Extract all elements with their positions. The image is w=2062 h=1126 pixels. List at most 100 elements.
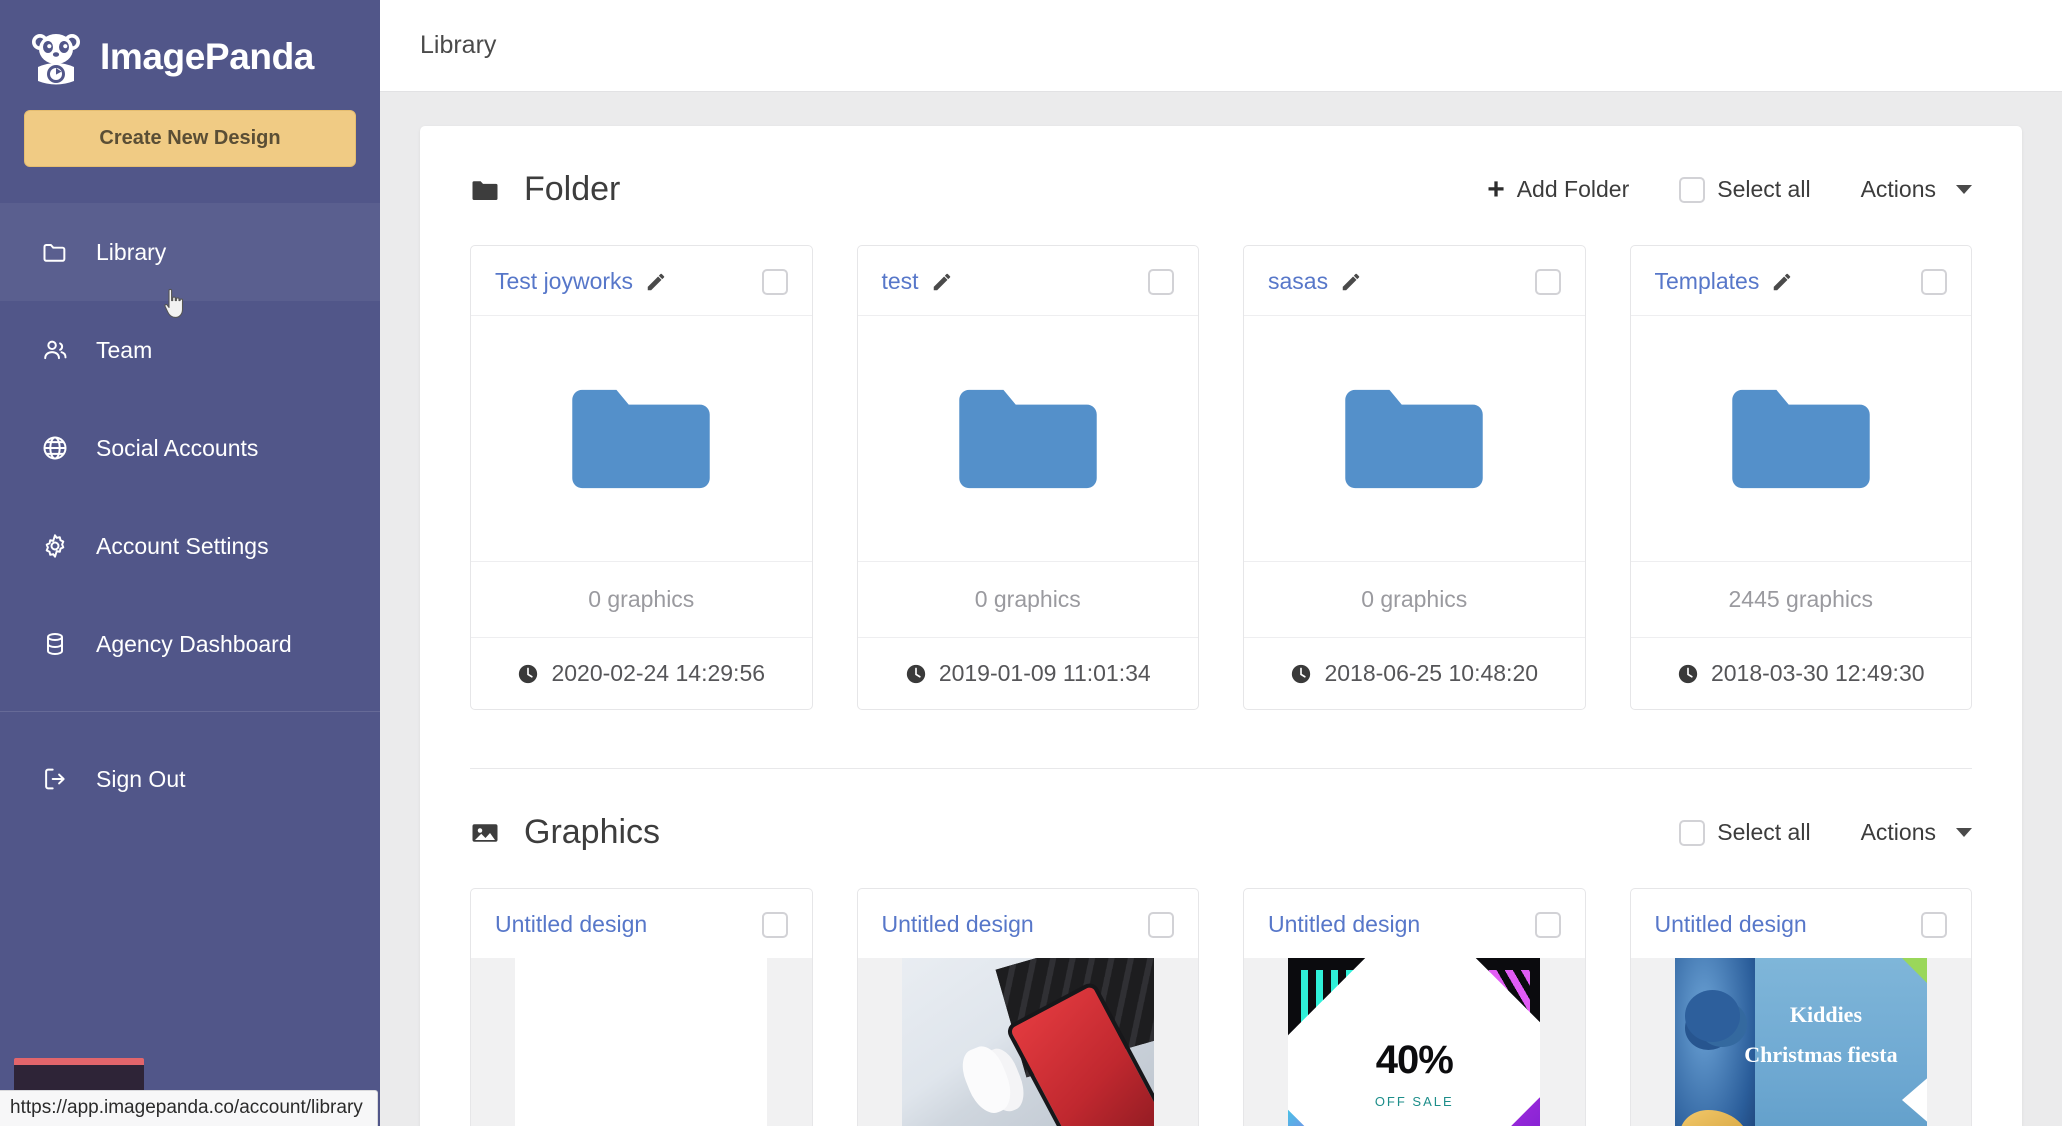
folder-card-checkbox[interactable]: [1148, 268, 1174, 295]
discount-percent-text: 40%: [1375, 1038, 1454, 1083]
folder-blue-icon: [1340, 385, 1488, 493]
graphic-card-checkbox[interactable]: [1534, 911, 1561, 938]
gear-icon: [40, 531, 70, 561]
graphic-thumbnail: Kiddies Christmas fiesta KIDS WITH CANDY: [1630, 958, 1971, 1126]
edit-pencil-icon[interactable]: [1771, 271, 1793, 293]
folder-card-checkbox[interactable]: [761, 268, 788, 295]
thumb-inner: [901, 958, 1154, 1126]
christmas-banner-art: Kiddies Christmas fiesta KIDS WITH CANDY: [1674, 958, 1927, 1126]
folder-card-count: 0 graphics: [1244, 562, 1585, 638]
clock-icon: [1290, 663, 1312, 685]
green-triangle-shape: [1897, 958, 1927, 988]
folder-card-name[interactable]: Test joyworks: [495, 268, 633, 295]
sidebar-item-library[interactable]: Library: [0, 203, 380, 301]
globe-icon: [40, 433, 70, 463]
folder-blue-icon: [954, 385, 1102, 493]
graphics-section-tools: Select all Actions: [1679, 819, 1972, 846]
folder-section-title: Folder: [470, 170, 620, 209]
sidebar-item-social-accounts[interactable]: Social Accounts: [0, 399, 380, 497]
graphic-card-name[interactable]: Untitled design: [882, 911, 1034, 938]
folder-card-header: test: [857, 246, 1198, 316]
graphic-card-checkbox[interactable]: [1148, 911, 1174, 938]
sidebar-item-label: Agency Dashboard: [96, 630, 292, 657]
blank-thumbnail-art: [515, 958, 768, 1126]
sidebar-item-label: Sign Out: [96, 765, 186, 792]
edit-pencil-icon[interactable]: [645, 271, 667, 293]
folder-card-date: 2019-01-09 11:01:34: [938, 660, 1151, 686]
sidebar-item-label: Social Accounts: [96, 434, 259, 461]
folder-card-thumb: [471, 316, 812, 562]
folder-card[interactable]: Test joyworks 0 graphics 2020-02-24 14:2…: [470, 245, 813, 710]
graphics-select-all[interactable]: Select all: [1679, 819, 1811, 846]
select-all-checkbox[interactable]: [1679, 176, 1706, 203]
graphic-card-header: Untitled design: [1631, 889, 1972, 958]
select-all-label: Select all: [1717, 819, 1811, 845]
add-folder-button[interactable]: + Add Folder: [1487, 174, 1629, 205]
sidebar-item-sign-out[interactable]: Sign Out: [0, 730, 380, 828]
graphics-actions-dropdown[interactable]: Actions: [1861, 819, 1972, 846]
sidebar-item-label: Library: [96, 238, 167, 265]
clock-icon: [905, 663, 927, 685]
folder-card-name-wrap: Templates: [1655, 268, 1794, 295]
brand[interactable]: ImagePanda: [0, 0, 380, 92]
folder-card-thumb: [857, 316, 1198, 562]
graphic-card-name[interactable]: Untitled design: [1268, 911, 1420, 938]
topbar: Library: [380, 0, 2062, 92]
users-icon: [40, 335, 70, 365]
sidebar-item-account-settings[interactable]: Account Settings: [0, 497, 380, 595]
folder-card-name[interactable]: Templates: [1655, 268, 1760, 295]
folder-section-tools: + Add Folder Select all Actions: [1487, 174, 1972, 205]
folder-card-count: 0 graphics: [471, 562, 812, 638]
folder-card[interactable]: test 0 graphics 2019-01-09 11:01:34: [856, 245, 1199, 710]
graphic-card[interactable]: Untitled design: [1629, 888, 1972, 1126]
image-icon: [470, 817, 502, 849]
content-scroll-area[interactable]: Folder + Add Folder Select all Actions T…: [380, 92, 2062, 1126]
folder-card-thumb: [1630, 316, 1971, 562]
folder-card-name[interactable]: test: [882, 268, 919, 295]
folder-blue-icon: [567, 385, 715, 493]
graphic-card[interactable]: Untitled design: [470, 888, 813, 1126]
folder-card-name-wrap: sasas: [1268, 268, 1362, 295]
sidebar-item-agency-dashboard[interactable]: Agency Dashboard: [0, 595, 380, 693]
graphic-card-checkbox[interactable]: [1921, 911, 1947, 938]
sidebar: ImagePanda Create New Design Library Tea…: [0, 0, 380, 1126]
folder-card[interactable]: sasas 0 graphics 2018-06-25 10:48:20: [1243, 245, 1586, 710]
edit-pencil-icon[interactable]: [931, 271, 953, 293]
folder-card[interactable]: Templates 2445 graphics 2018-03-30 12:49…: [1629, 245, 1972, 710]
graphic-card-checkbox[interactable]: [761, 911, 788, 938]
folder-card-date: 2020-02-24 14:29:56: [551, 660, 766, 686]
folder-select-all[interactable]: Select all: [1679, 176, 1811, 203]
clock-icon: [1677, 663, 1699, 685]
sidebar-item-team[interactable]: Team: [0, 301, 380, 399]
folder-solid-icon: [470, 174, 502, 206]
folder-card-name-wrap: test: [882, 268, 953, 295]
folder-card-count: 2445 graphics: [1630, 562, 1971, 638]
graphics-section-header: Graphics Select all Actions: [464, 769, 1978, 888]
create-new-design-button[interactable]: Create New Design: [24, 110, 356, 167]
folder-card-checkbox[interactable]: [1534, 268, 1561, 295]
folder-grid: Test joyworks 0 graphics 2020-02-24 14:2…: [464, 245, 1978, 710]
graphic-card-name[interactable]: Untitled design: [1655, 911, 1807, 938]
graphic-card[interactable]: Untitled design: [1243, 888, 1586, 1126]
folder-card-name[interactable]: sasas: [1268, 268, 1328, 295]
folder-card-date-row: 2018-03-30 12:49:30: [1631, 638, 1972, 709]
sidebar-nav: Library Team Social Accounts Account Set…: [0, 203, 380, 828]
folder-card-date: 2018-03-30 12:49:30: [1710, 660, 1925, 686]
folder-card-checkbox[interactable]: [1921, 268, 1947, 295]
app-root: ImagePanda Create New Design Library Tea…: [0, 0, 2062, 1126]
edit-pencil-icon[interactable]: [1340, 271, 1362, 293]
sign-out-icon: [40, 764, 70, 794]
graphic-card-header: Untitled design: [471, 889, 812, 958]
folder-actions-dropdown[interactable]: Actions: [1861, 176, 1972, 203]
actions-label: Actions: [1860, 819, 1936, 845]
thumb-inner: 40% OFF SALE: [1288, 958, 1541, 1126]
graphic-card-header: Untitled design: [1244, 889, 1585, 958]
select-all-checkbox[interactable]: [1679, 819, 1706, 846]
page-title: Library: [420, 31, 497, 59]
graphic-card-name[interactable]: Untitled design: [495, 911, 647, 938]
chevron-down-icon: [1956, 185, 1972, 194]
graphics-section-title: Graphics: [470, 813, 660, 852]
graphics-section-label: Graphics: [524, 813, 661, 851]
graphic-card[interactable]: Untitled design: [856, 888, 1199, 1126]
select-all-label: Select all: [1717, 176, 1811, 202]
